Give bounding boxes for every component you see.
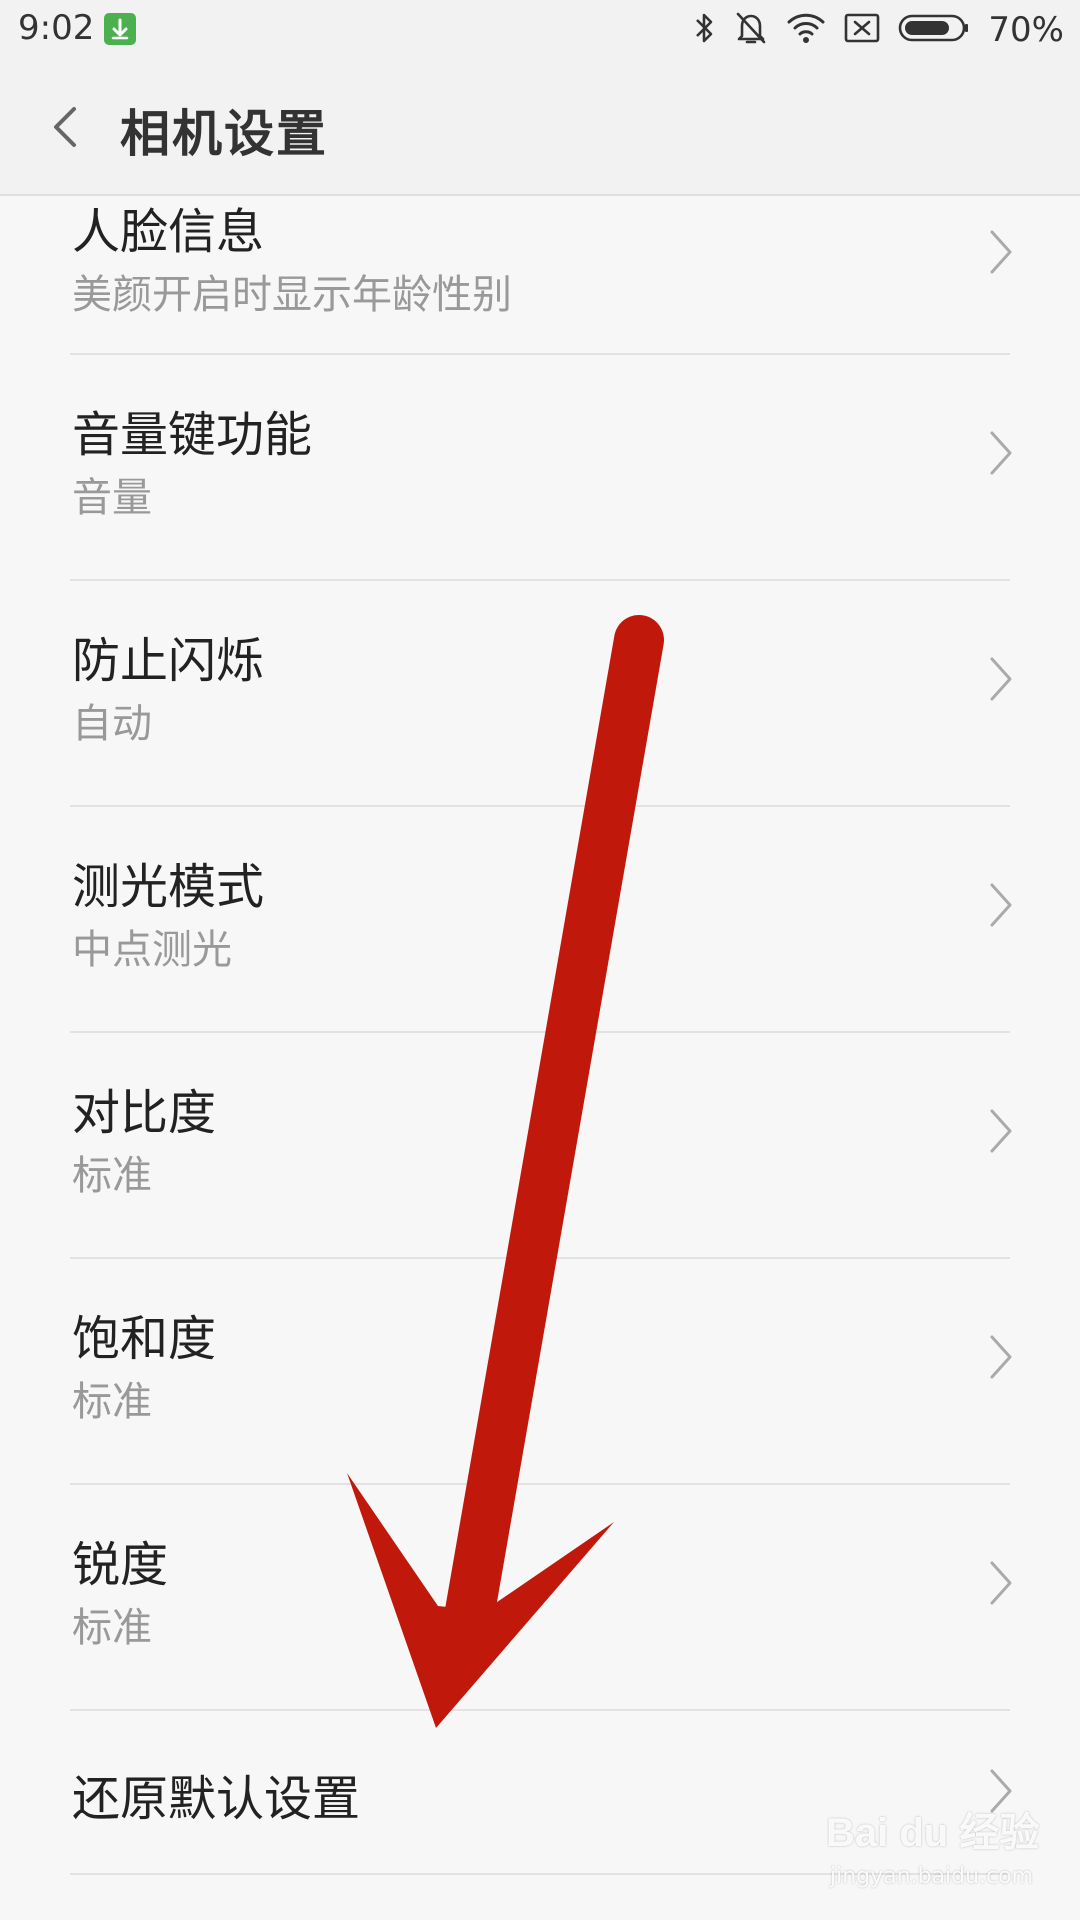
setting-contrast[interactable]: 对比度 标准 <box>0 1033 1080 1258</box>
setting-title: 音量键功能 <box>72 407 313 463</box>
page-title: 相机设置 <box>120 105 328 163</box>
download-icon <box>104 13 136 45</box>
setting-title: 对比度 <box>72 1085 217 1141</box>
chevron-right-icon <box>990 1561 1012 1605</box>
battery-icon <box>898 13 970 47</box>
settings-list: 人脸信息 美颜开启时显示年龄性别 音量键功能 音量 防止闪烁 自动 测光模式 中… <box>0 196 1080 1920</box>
setting-subtitle: 标准 <box>72 1153 152 1199</box>
status-time: 9:02 <box>18 8 95 48</box>
setting-sharpness[interactable]: 锐度 标准 <box>0 1485 1080 1710</box>
setting-title: 人脸信息 <box>72 204 265 260</box>
setting-saturation[interactable]: 饱和度 标准 <box>0 1259 1080 1484</box>
setting-subtitle: 标准 <box>72 1605 152 1651</box>
setting-anti-flicker[interactable]: 防止闪烁 自动 <box>0 581 1080 806</box>
watermark-brand: Bai du 经验 <box>826 1811 1040 1855</box>
setting-title: 还原默认设置 <box>72 1771 361 1827</box>
setting-title: 防止闪烁 <box>72 633 265 689</box>
chevron-right-icon <box>990 1109 1012 1153</box>
setting-subtitle: 标准 <box>72 1379 152 1425</box>
screen: 9:02 70% 相机设置 人脸信息 美颜开启时显示年龄性别 音量键功能 音量 … <box>0 0 1080 1920</box>
setting-subtitle: 美颜开启时显示年龄性别 <box>72 272 512 318</box>
setting-volume-key[interactable]: 音量键功能 音量 <box>0 355 1080 580</box>
setting-subtitle: 音量 <box>72 475 152 521</box>
chevron-right-icon <box>990 1335 1012 1379</box>
setting-title: 锐度 <box>72 1537 169 1593</box>
battery-percent: 70% <box>988 10 1064 50</box>
wifi-icon <box>786 11 826 49</box>
chevron-right-icon <box>990 657 1012 701</box>
setting-subtitle: 自动 <box>72 701 152 747</box>
watermark-url: jingyan.baidu.com <box>830 1864 1034 1889</box>
setting-subtitle: 中点测光 <box>72 927 232 973</box>
bluetooth-icon <box>692 10 716 50</box>
chevron-right-icon <box>990 431 1012 475</box>
back-arrow-icon <box>54 107 76 147</box>
setting-title: 测光模式 <box>72 859 265 915</box>
setting-metering-mode[interactable]: 测光模式 中点测光 <box>0 807 1080 1032</box>
app-header: 相机设置 <box>0 60 1080 196</box>
setting-title: 饱和度 <box>72 1311 217 1367</box>
no-sim-icon <box>844 12 880 48</box>
mute-bell-icon <box>734 10 768 50</box>
watermark: Bai du 经验 jingyan.baidu.com <box>826 1800 1066 1900</box>
back-button[interactable] <box>36 95 100 159</box>
status-icons: 70% <box>692 10 1064 50</box>
chevron-right-icon <box>990 883 1012 927</box>
status-bar: 9:02 70% <box>0 0 1080 60</box>
chevron-right-icon <box>990 230 1012 274</box>
